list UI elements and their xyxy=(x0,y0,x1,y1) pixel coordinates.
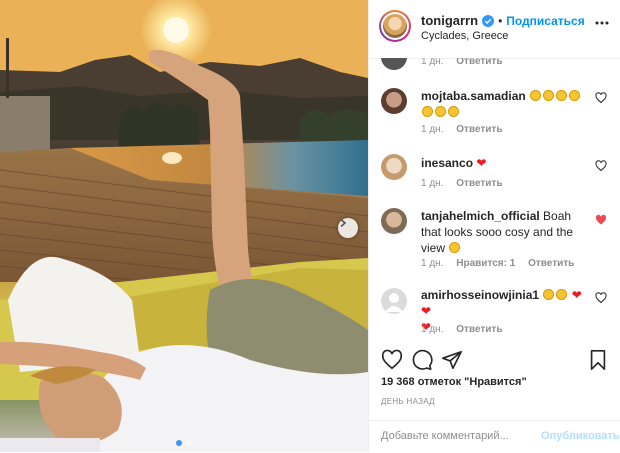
comment-time: 1 дн. xyxy=(421,124,444,135)
verified-badge-icon xyxy=(482,14,495,27)
reply-button[interactable]: Ответить xyxy=(456,58,502,67)
commenter-avatar[interactable] xyxy=(381,154,407,180)
smiling-face-icon xyxy=(530,90,542,101)
follow-button[interactable]: Подписаться xyxy=(506,14,584,28)
comment-input[interactable]: Добавьте комментарий... xyxy=(381,430,509,442)
heart-outline-icon[interactable] xyxy=(595,160,607,172)
heart-filled-icon[interactable] xyxy=(595,214,607,226)
add-comment-bar: Добавьте комментарий... Опубликовать xyxy=(369,420,620,453)
commenter-username[interactable]: tanjahelmich_official xyxy=(421,209,540,223)
post-location[interactable]: Cyclades, Greece xyxy=(421,30,508,42)
reply-button[interactable]: Ответить xyxy=(456,178,502,189)
comment-body: tanjahelmich_official Boah that looks so… xyxy=(421,208,589,256)
comment-time: 1 дн. xyxy=(421,258,444,269)
commenter-avatar[interactable] xyxy=(381,208,407,234)
speech-bubble-icon[interactable] xyxy=(411,349,433,371)
comment-body: inesanco ❤ xyxy=(421,155,589,171)
reply-button[interactable]: Ответить xyxy=(456,324,502,335)
comment-text: ❤ xyxy=(476,156,487,170)
comment-time: 1 дн. xyxy=(421,324,444,335)
smiling-face-icon xyxy=(435,106,446,117)
smiling-face-icon xyxy=(556,90,568,101)
comment-likes-count[interactable]: Нравится: 1 xyxy=(456,258,515,269)
comment-meta: 1 дн. Нравится: 1 Ответить xyxy=(421,258,584,269)
comment-meta: 1 дн. Ответить xyxy=(421,324,512,335)
commenter-username[interactable]: mojtaba.samadian xyxy=(421,89,526,103)
carousel-dot xyxy=(186,440,192,446)
photo-illustration xyxy=(0,0,368,452)
post-timestamp[interactable]: ДЕНЬ НАЗАД xyxy=(381,397,435,406)
smiling-face-icon xyxy=(543,90,555,101)
post-photo[interactable] xyxy=(0,0,368,452)
carousel-next-button[interactable] xyxy=(338,218,358,238)
chevron-right-icon xyxy=(340,218,347,228)
default-avatar-icon xyxy=(385,293,403,312)
face-screaming-icon xyxy=(556,289,568,300)
comment-meta: 1 дн. Ответить xyxy=(421,124,512,135)
author-avatar[interactable] xyxy=(379,10,411,42)
comment-meta: 1 дн. Ответить xyxy=(421,178,512,189)
comments-list[interactable]: 1 дн. Ответить mojtaba.samadian 1 дн. От… xyxy=(369,58,620,338)
comment-time: 1 дн. xyxy=(421,178,444,189)
publish-button[interactable]: Опубликовать xyxy=(541,430,620,442)
smiling-face-icon xyxy=(569,90,581,101)
post-header: tonigarrn • Подписаться Cyclades, Greece xyxy=(369,0,620,59)
instagram-post: tonigarrn • Подписаться Cyclades, Greece xyxy=(0,0,620,452)
reply-button[interactable]: Ответить xyxy=(456,124,502,135)
commenter-avatar[interactable] xyxy=(381,58,407,70)
comment-time: 1 дн. xyxy=(421,58,444,67)
heart-icon: ❤ xyxy=(571,288,582,302)
comment-meta: 1 дн. Ответить xyxy=(421,58,512,67)
commenter-username[interactable]: amirhosseinowjinia1 xyxy=(421,288,539,302)
heart-eyes-face-icon xyxy=(449,242,461,253)
comment-body: mojtaba.samadian xyxy=(421,88,589,120)
post-actions xyxy=(369,346,620,376)
heart-outline-icon[interactable] xyxy=(595,292,607,304)
paper-plane-icon[interactable] xyxy=(441,349,463,371)
smiling-face-icon xyxy=(422,106,433,117)
carousel-indicator xyxy=(176,440,192,446)
heart-icon: ❤ xyxy=(421,304,432,318)
commenter-avatar[interactable] xyxy=(381,288,407,314)
smiling-face-icon xyxy=(448,106,459,117)
face-screaming-icon xyxy=(543,289,555,300)
post-sidebar: tonigarrn • Подписаться Cyclades, Greece xyxy=(368,0,620,452)
ellipsis-icon[interactable] xyxy=(595,16,609,30)
author-username[interactable]: tonigarrn xyxy=(421,13,478,28)
heart-outline-icon[interactable] xyxy=(381,349,403,371)
likes-count[interactable]: 19 368 отметок "Нравится" xyxy=(381,376,527,388)
commenter-username[interactable]: inesanco xyxy=(421,156,473,170)
heart-outline-icon[interactable] xyxy=(595,92,607,104)
carousel-dot xyxy=(176,440,182,446)
commenter-avatar[interactable] xyxy=(381,88,407,114)
bookmark-icon[interactable] xyxy=(587,349,609,371)
separator-bullet: • xyxy=(498,13,503,28)
reply-button[interactable]: Ответить xyxy=(528,258,574,269)
